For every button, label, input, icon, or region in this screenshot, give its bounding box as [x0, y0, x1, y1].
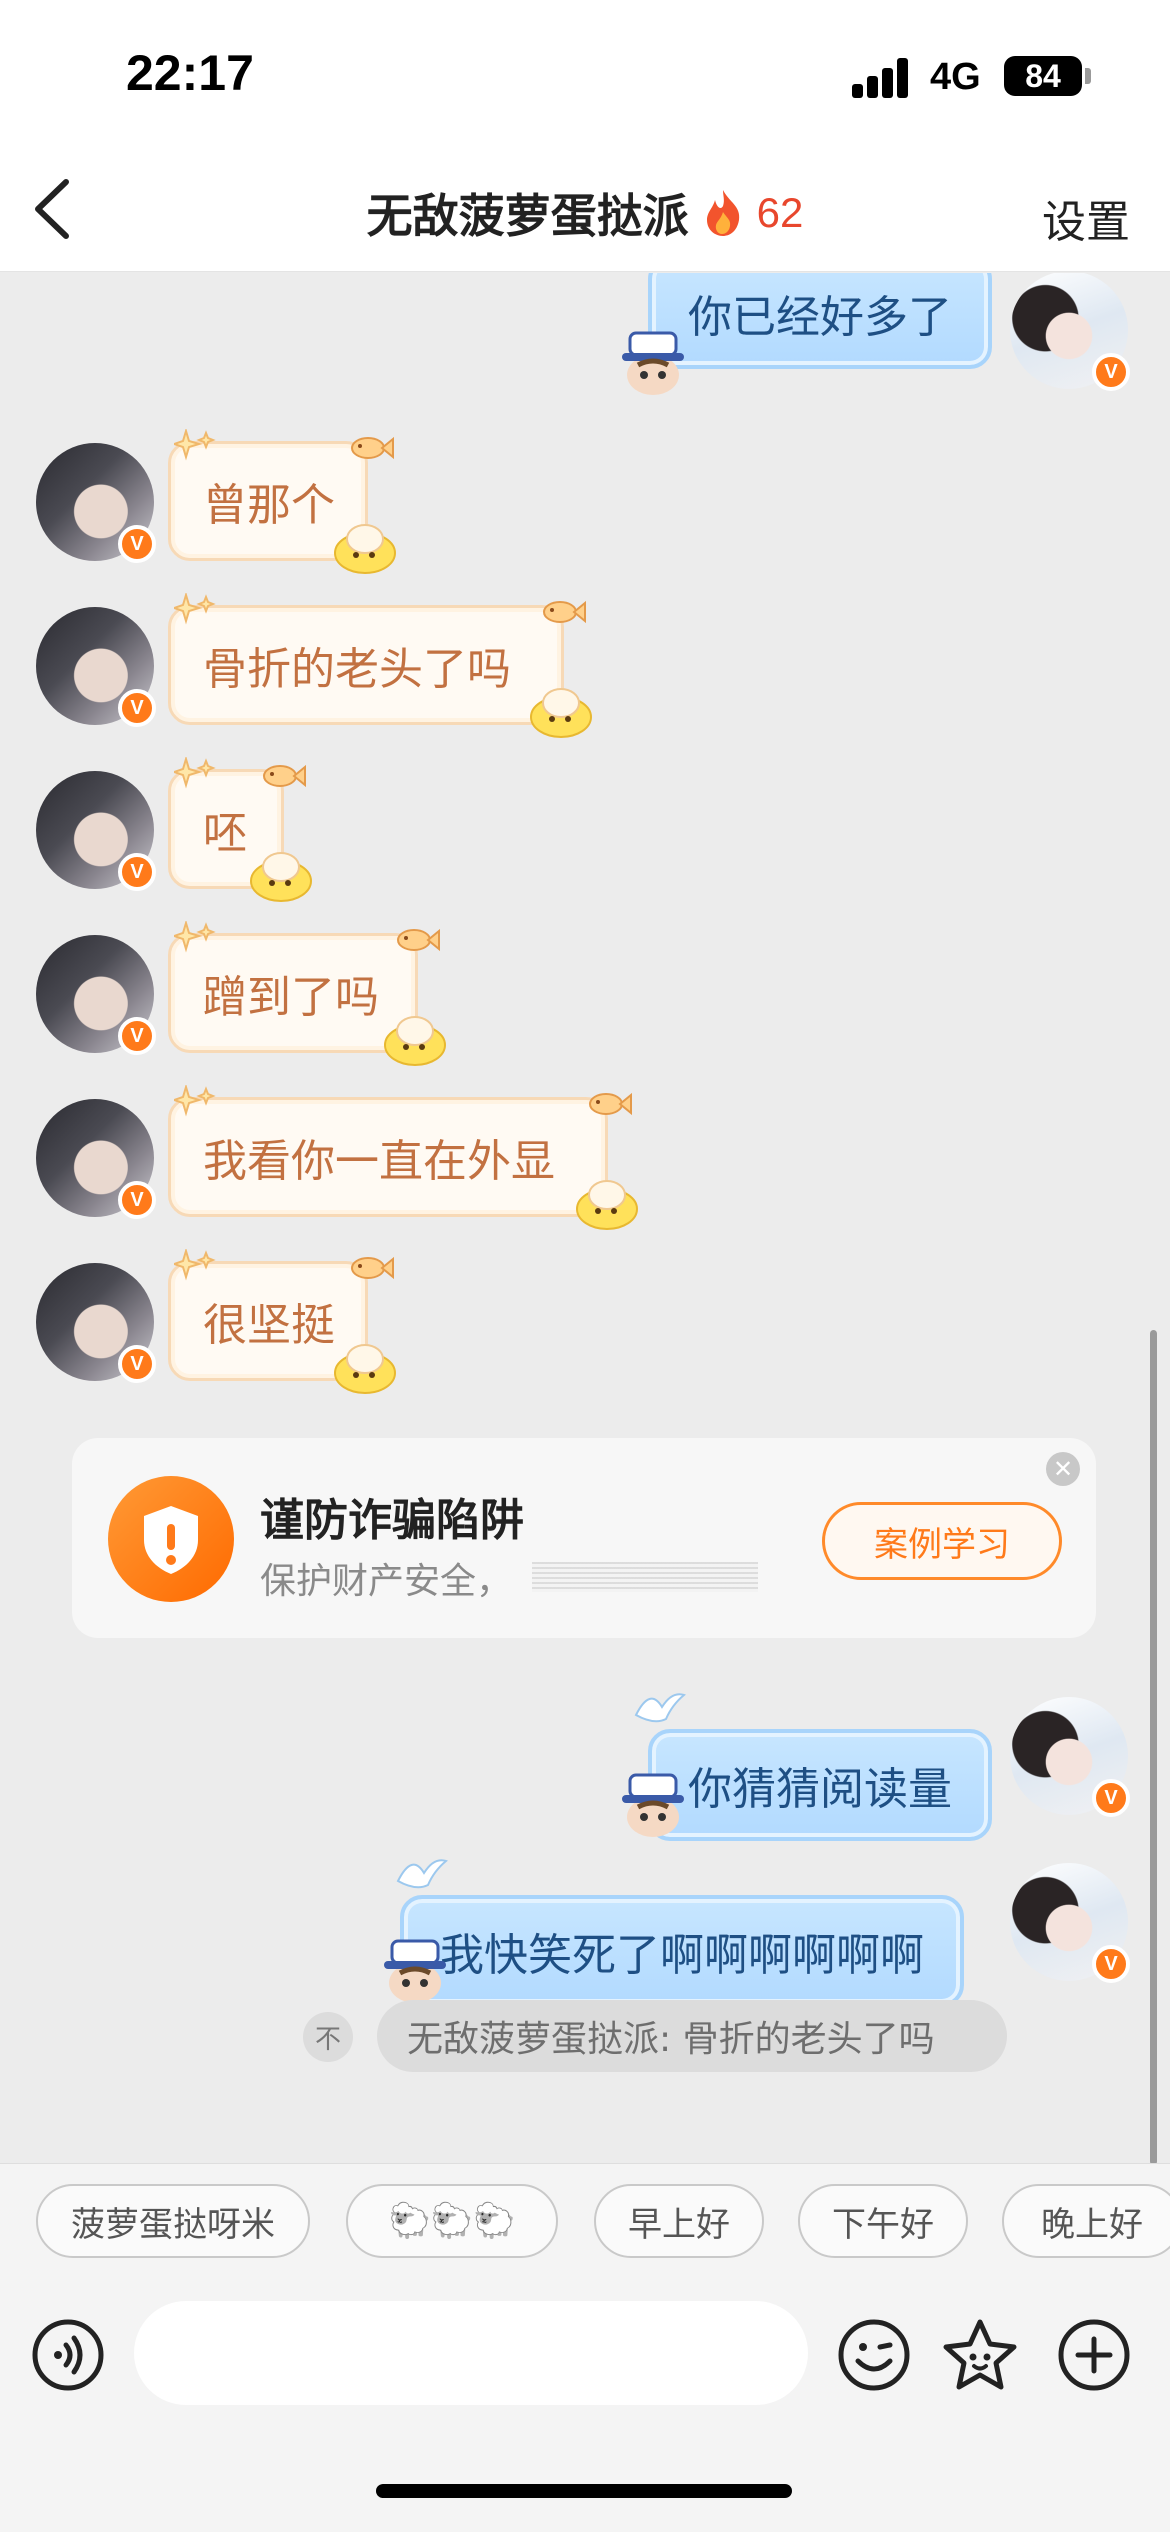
message-text: 很坚挺	[203, 1300, 335, 1351]
fish-sticker-icon	[397, 928, 440, 952]
verified-icon: V	[118, 1181, 156, 1219]
conan-sticker-icon	[384, 1939, 446, 2003]
shield-alert-icon	[108, 1476, 234, 1602]
sparkle-sticker-icon	[174, 757, 216, 789]
network-type: 4G	[930, 56, 981, 98]
bun-sticker-icon	[530, 688, 592, 738]
message-text: 我看你一直在外显	[203, 1136, 555, 1187]
star-sticker-icon[interactable]	[942, 2317, 1018, 2393]
sparkle-sticker-icon	[174, 429, 216, 461]
verified-icon: V	[118, 525, 156, 563]
message-text: 呸	[203, 808, 247, 859]
quote-text: 无敌菠萝蛋挞派: 骨折的老头了吗	[377, 2000, 1007, 2072]
home-indicator	[376, 2484, 792, 2498]
message-bubble-left[interactable]: 骨折的老头了吗	[168, 605, 564, 725]
quick-reply-chip[interactable]: 下午好	[798, 2184, 968, 2258]
streak-count: 62	[756, 189, 804, 236]
fire-icon	[706, 190, 739, 236]
signal-icon	[852, 56, 914, 98]
verified-icon: V	[118, 1017, 156, 1055]
sparkle-sticker-icon	[174, 1249, 216, 1281]
settings-button[interactable]: 设置	[1042, 186, 1130, 250]
avatar-friend[interactable]: V	[36, 607, 156, 727]
message-input[interactable]	[134, 2301, 808, 2405]
redacted-text	[532, 1562, 758, 1592]
quick-reply-chip[interactable]: 🐑🐑🐑	[346, 2184, 558, 2258]
message-text: 蹭到了吗	[203, 972, 379, 1023]
avatar-friend[interactable]: V	[36, 771, 156, 891]
anti-fraud-title: 谨防诈骗陷阱	[260, 1495, 524, 1546]
quick-reply-chip[interactable]: 晚上好	[1002, 2184, 1170, 2258]
message-bubble-right[interactable]: 你猜猜阅读量	[648, 1729, 992, 1841]
conan-sticker-icon	[622, 331, 684, 395]
sparkle-sticker-icon	[174, 921, 216, 953]
verified-icon: V	[118, 1345, 156, 1383]
fish-sticker-icon	[351, 436, 394, 460]
verified-icon: V	[1092, 1779, 1130, 1817]
chat-area[interactable]: 你已经好多了 V V 曾那个 V 骨折的老头了吗 V 呸 V 蹭到了吗 V 我看…	[0, 273, 1170, 2163]
quick-reply-bar: 菠萝蛋挞呀米 🐑🐑🐑 早上好 下午好 晚上好	[0, 2163, 1170, 2277]
sparkle-sticker-icon	[174, 1085, 216, 1117]
fish-sticker-icon	[263, 764, 306, 788]
fish-sticker-icon	[543, 600, 586, 624]
fish-sticker-icon	[351, 1256, 394, 1280]
message-text: 骨折的老头了吗	[203, 644, 511, 695]
message-bubble-right[interactable]: 你已经好多了	[648, 273, 992, 369]
avatar-friend[interactable]: V	[36, 443, 156, 563]
chat-header: 无敌菠萝蛋挞派 62 设置	[0, 150, 1170, 272]
emoji-icon[interactable]	[836, 2317, 912, 2393]
message-text: 你已经好多了	[688, 292, 952, 343]
voice-icon[interactable]	[30, 2317, 106, 2393]
bun-sticker-icon	[576, 1180, 638, 1230]
chat-title-group: 无敌菠萝蛋挞派 62	[0, 180, 1170, 246]
avatar-friend[interactable]: V	[36, 1099, 156, 1219]
status-bar: 22:17 4G 84	[0, 0, 1170, 150]
message-text: 你猜猜阅读量	[688, 1764, 952, 1815]
bun-sticker-icon	[334, 1344, 396, 1394]
verified-icon: V	[1092, 353, 1130, 391]
bun-sticker-icon	[250, 852, 312, 902]
message-text: 我快笑死了啊啊啊啊啊啊	[440, 1930, 924, 1981]
avatar-friend[interactable]: V	[36, 1263, 156, 1383]
avatar-self[interactable]: V	[1010, 273, 1130, 391]
avatar-self[interactable]: V	[1010, 1697, 1130, 1817]
conan-sticker-icon	[622, 1773, 684, 1837]
avatar-friend[interactable]: V	[36, 935, 156, 1055]
status-time: 22:17	[126, 45, 254, 101]
avatar-self[interactable]: V	[1010, 1863, 1130, 1983]
case-study-button[interactable]: 案例学习	[822, 1502, 1062, 1580]
bird-sticker-icon	[396, 1859, 448, 1889]
bird-sticker-icon	[634, 1693, 686, 1723]
verified-icon: V	[118, 853, 156, 891]
chat-title: 无敌菠萝蛋挞派	[366, 189, 689, 243]
battery-icon: 84	[1004, 56, 1082, 96]
close-icon[interactable]: ✕	[1046, 1452, 1080, 1486]
quick-reply-chip[interactable]: 菠萝蛋挞呀米	[36, 2184, 310, 2258]
pin-top-icon: 不	[303, 2012, 353, 2062]
verified-icon: V	[118, 689, 156, 727]
anti-fraud-card[interactable]: 谨防诈骗陷阱 保护财产安全， 案例学习 ✕	[72, 1438, 1096, 1638]
anti-fraud-subtitle: 保护财产安全，	[260, 1561, 513, 1602]
message-text: 曾那个	[203, 480, 335, 531]
sparkle-sticker-icon	[174, 593, 216, 625]
message-bubble-right[interactable]: 我快笑死了啊啊啊啊啊啊	[400, 1895, 964, 2007]
bun-sticker-icon	[384, 1016, 446, 1066]
quick-reply-chip[interactable]: 早上好	[594, 2184, 764, 2258]
message-bubble-left[interactable]: 我看你一直在外显	[168, 1097, 608, 1217]
verified-icon: V	[1092, 1945, 1130, 1983]
fish-sticker-icon	[589, 1092, 632, 1116]
plus-icon[interactable]	[1056, 2317, 1132, 2393]
bun-sticker-icon	[334, 524, 396, 574]
scrollbar[interactable]	[1150, 1330, 1157, 2165]
battery-tip	[1085, 68, 1091, 84]
